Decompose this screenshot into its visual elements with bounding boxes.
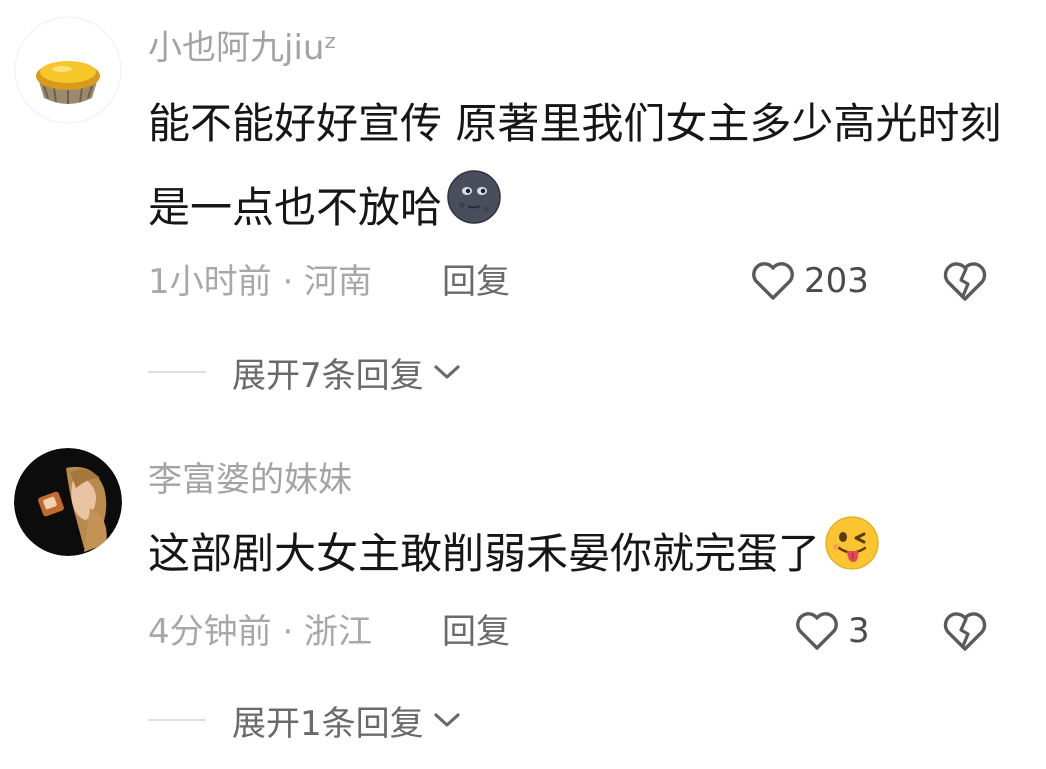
comment-text: 这部剧大女主敢削弱禾晏你就完蛋了 <box>148 512 1008 599</box>
girl-photo-icon <box>14 448 122 556</box>
heart-icon <box>796 612 838 650</box>
expand-replies-label: 展开1条回复 <box>232 703 424 744</box>
like-count: 3 <box>848 611 870 651</box>
username[interactable]: 李富婆的妹妹 <box>148 460 352 500</box>
broken-heart-icon <box>943 262 987 301</box>
avatar[interactable] <box>14 448 122 556</box>
time-location: 1小时前 · 河南 <box>148 262 373 302</box>
expand-replies-label: 展开7条回复 <box>232 355 424 396</box>
reply-button[interactable]: 回复 <box>442 612 510 652</box>
comment-text-content: 这部剧大女主敢削弱禾晏你就完蛋了 <box>148 529 821 578</box>
reply-button[interactable]: 回复 <box>442 262 510 302</box>
time-location: 4分钟前 · 浙江 <box>148 612 373 652</box>
username[interactable]: 小也阿九jiuᶻ <box>148 28 337 68</box>
dislike-button[interactable] <box>940 606 990 656</box>
comment-text: 能不能好好宣传 原著里我们女主多少高光时刻是一点也不放哈 <box>148 82 1008 253</box>
winking-tongue-icon <box>825 515 879 570</box>
winking-tongue-emoji <box>824 515 880 599</box>
comment-text-content: 能不能好好宣传 原著里我们女主多少高光时刻是一点也不放哈 <box>148 99 1002 232</box>
divider-line <box>148 371 206 373</box>
like-count: 203 <box>804 261 869 301</box>
new-moon-face-emoji <box>446 169 502 253</box>
divider-line <box>148 719 206 721</box>
heart-icon <box>752 262 794 300</box>
like-button[interactable]: 3 <box>794 606 870 656</box>
chevron-down-icon <box>434 365 460 379</box>
expand-replies-button[interactable]: 展开7条回复 <box>148 350 462 396</box>
chevron-down-icon <box>434 713 460 727</box>
avatar[interactable] <box>14 16 122 124</box>
egg-tart-icon <box>14 16 122 124</box>
new-moon-face-icon <box>447 169 501 224</box>
broken-heart-icon <box>943 612 987 651</box>
comment-list: 小也阿九jiuᶻ 能不能好好宣传 原著里我们女主多少高光时刻是一点也不放哈 1小… <box>0 0 1046 769</box>
dislike-button[interactable] <box>940 256 990 306</box>
like-button[interactable]: 203 <box>750 256 869 306</box>
expand-replies-button[interactable]: 展开1条回复 <box>148 698 462 744</box>
